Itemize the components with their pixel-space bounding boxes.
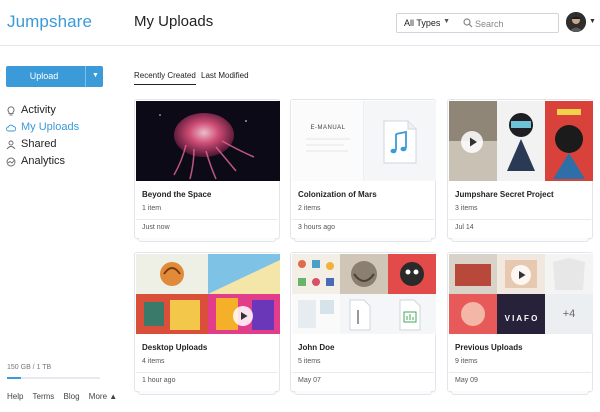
collection-card[interactable]: E-MANUAL Colonization of Mars 2 items 3 … xyxy=(290,99,436,242)
sidebar-item-label: Shared xyxy=(21,138,57,150)
tab-last-modified[interactable]: Last Modified xyxy=(201,71,249,80)
card-item-count: 5 items xyxy=(298,358,321,365)
sidebar-item-label: My Uploads xyxy=(21,121,80,133)
tab-recently-created[interactable]: Recently Created xyxy=(134,71,196,85)
play-icon xyxy=(241,312,248,320)
avatar[interactable] xyxy=(566,12,586,32)
upload-button[interactable]: Upload ▼ xyxy=(6,66,103,87)
users-icon xyxy=(6,140,16,150)
play-video-button[interactable] xyxy=(511,265,531,285)
sidebar-item-shared[interactable]: Shared xyxy=(6,138,101,155)
collection-card[interactable]: Jumpshare Secret Project 3 items Jul 14 xyxy=(447,99,593,242)
play-video-button[interactable] xyxy=(461,131,483,153)
search-input[interactable] xyxy=(475,16,555,31)
sidebar-item-label: Activity xyxy=(21,104,56,116)
sidebar-item-label: Analytics xyxy=(21,155,66,167)
storage-bar-fill xyxy=(7,377,21,379)
footer-link-more[interactable]: More ▲ xyxy=(89,392,117,401)
play-video-button[interactable] xyxy=(233,306,253,326)
card-divider xyxy=(292,372,434,373)
brand-text: V I A F O xyxy=(504,314,538,323)
type-filter-select[interactable]: All Types ▼ xyxy=(396,13,457,33)
card-time: May 09 xyxy=(455,377,478,384)
play-icon xyxy=(470,137,477,147)
card-item-count: 2 items xyxy=(298,205,321,212)
card-time: Just now xyxy=(142,224,170,231)
card-thumbnail xyxy=(136,101,280,181)
music-file-icon xyxy=(383,120,417,164)
chevron-down-icon: ▼ xyxy=(443,18,450,25)
sidebar-item-analytics[interactable]: Analytics xyxy=(6,155,101,172)
card-thumbnail xyxy=(292,254,436,334)
collage-image xyxy=(136,254,280,334)
footer-link-blog[interactable]: Blog xyxy=(64,392,80,401)
more-items-count: +4 xyxy=(562,308,576,320)
cloud-icon xyxy=(6,124,16,132)
play-icon xyxy=(519,271,526,279)
card-time: 1 hour ago xyxy=(142,377,176,384)
card-thumbnail: V I A F O +4 xyxy=(449,254,593,334)
collection-card[interactable]: Desktop Uploads 4 items 1 hour ago xyxy=(134,252,280,395)
card-thumbnail xyxy=(136,254,280,334)
collection-card[interactable]: John Doe 5 items May 07 xyxy=(290,252,436,395)
card-divider xyxy=(136,219,278,220)
card-divider xyxy=(136,372,278,373)
document-lines xyxy=(306,138,350,152)
account-menu-caret-icon[interactable]: ▼ xyxy=(589,18,596,25)
card-title: Jumpshare Secret Project xyxy=(455,190,554,199)
upload-label: Upload xyxy=(29,71,59,81)
card-title: Beyond the Space xyxy=(142,190,212,199)
footer-link-terms[interactable]: Terms xyxy=(33,392,55,401)
card-time: May 07 xyxy=(298,377,321,384)
type-filter-label: All Types xyxy=(404,18,441,28)
storage-label: 150 GB / 1 TB xyxy=(7,364,52,371)
storage-bar xyxy=(7,377,100,379)
footer-links: Help Terms Blog More ▲ xyxy=(7,392,124,401)
card-time: 3 hours ago xyxy=(298,224,335,231)
avatar-image xyxy=(566,12,586,32)
sidebar-item-activity[interactable]: Activity xyxy=(6,104,101,121)
footer-link-help[interactable]: Help xyxy=(7,392,23,401)
collage-image xyxy=(292,254,436,334)
document-preview: E-MANUAL xyxy=(292,101,364,181)
card-item-count: 3 items xyxy=(455,205,478,212)
card-item-count: 1 item xyxy=(142,205,162,212)
search-icon xyxy=(463,18,473,28)
bulb-icon xyxy=(7,106,15,116)
card-title: Colonization of Mars xyxy=(298,190,377,199)
sidebar-nav: Activity My Uploads Shared Analytics xyxy=(6,104,101,172)
search-box[interactable] xyxy=(456,13,559,33)
top-bar: Jumpshare My Uploads All Types ▼ ▼ xyxy=(0,0,600,46)
card-item-count: 9 items xyxy=(455,358,478,365)
card-divider xyxy=(449,219,591,220)
sidebar-item-my-uploads[interactable]: My Uploads xyxy=(6,121,101,138)
card-title: Previous Uploads xyxy=(455,343,523,352)
card-item-count: 4 items xyxy=(142,358,165,365)
chart-icon xyxy=(6,157,16,167)
audio-file-preview xyxy=(364,101,436,181)
card-divider xyxy=(449,372,591,373)
jellyfish-image xyxy=(136,101,280,181)
card-thumbnail: E-MANUAL xyxy=(292,101,436,181)
card-title: John Doe xyxy=(298,343,335,352)
card-thumbnail xyxy=(449,101,593,181)
collection-card[interactable]: Beyond the Space 1 item Just now xyxy=(134,99,280,242)
card-time: Jul 14 xyxy=(455,224,474,231)
card-divider xyxy=(292,219,434,220)
page-title: My Uploads xyxy=(134,13,214,30)
card-title: Desktop Uploads xyxy=(142,343,208,352)
upload-button-divider xyxy=(85,66,86,87)
collection-card[interactable]: V I A F O +4 Previous Uploads 9 items Ma… xyxy=(447,252,593,395)
upload-options-chevron-icon[interactable]: ▼ xyxy=(92,72,99,79)
logo[interactable]: Jumpshare xyxy=(7,12,92,32)
